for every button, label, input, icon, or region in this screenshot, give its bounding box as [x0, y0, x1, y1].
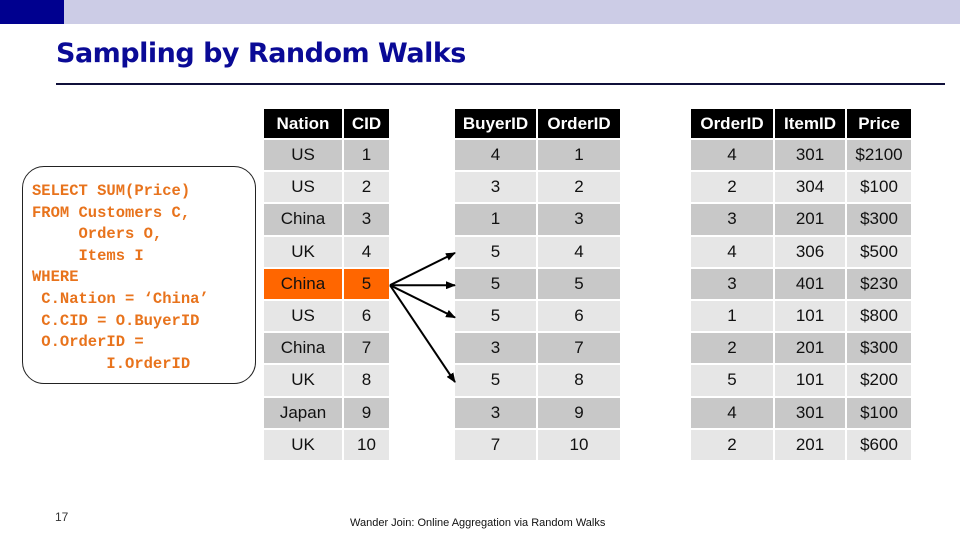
random-walk-arrows: [389, 252, 456, 383]
walk-arrow: [389, 284, 456, 383]
slide-footer: Wander Join: Online Aggregation via Rand…: [350, 517, 606, 529]
walk-arrow: [389, 252, 456, 287]
slide-number: 17: [55, 510, 69, 524]
